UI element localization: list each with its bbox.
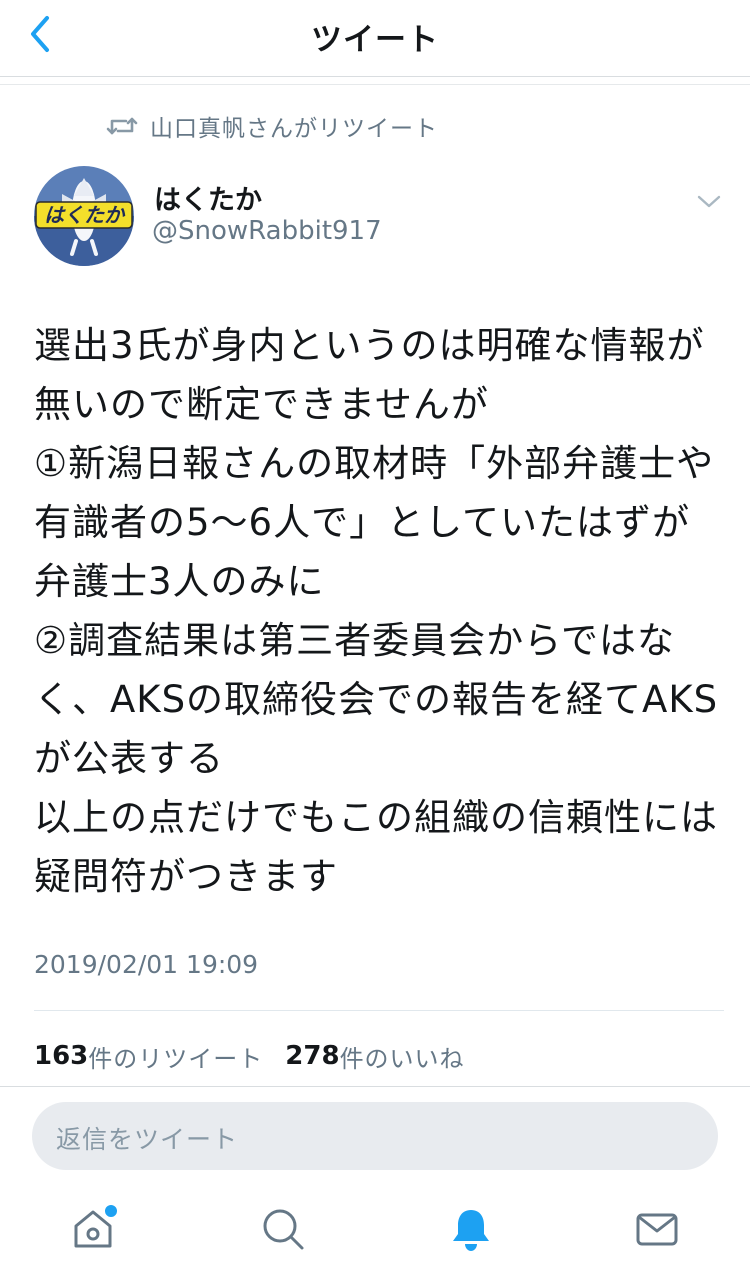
page-title: ツイート: [311, 22, 439, 58]
avatar-logo-text: はくたか: [44, 203, 126, 227]
tweet-stats: 163 件のリツイート 278 件のいいね: [34, 1036, 487, 1076]
author-handle[interactable]: @SnowRabbit917: [152, 216, 382, 246]
reply-input[interactable]: 返信をツイート: [32, 1102, 718, 1170]
like-count-label[interactable]: 件のいいね: [340, 1039, 465, 1074]
retweet-count[interactable]: 163: [34, 1041, 88, 1071]
retweet-icon: [106, 117, 138, 135]
avatar-image: はくたか: [34, 166, 134, 266]
home-notification-dot: [103, 1203, 119, 1219]
author-display-name[interactable]: はくたか: [154, 178, 262, 217]
messages-icon[interactable]: [634, 1206, 680, 1252]
like-count[interactable]: 278: [285, 1041, 339, 1071]
tweet-text: 選出3氏が身内というのは明確な情報が無いので断定できませんが ①新潟日報さんの取…: [34, 324, 719, 898]
retweet-context[interactable]: 山口真帆さんがリツイート: [106, 108, 438, 144]
retweet-count-label[interactable]: 件のリツイート: [88, 1039, 263, 1074]
chevron-down-icon[interactable]: [694, 186, 724, 216]
search-icon[interactable]: [260, 1206, 306, 1252]
retweet-context-label: 山口真帆さんがリツイート: [150, 116, 438, 142]
avatar[interactable]: はくたか: [34, 166, 134, 266]
notifications-icon[interactable]: [448, 1206, 494, 1252]
top-nav-bar: ツイート: [0, 0, 750, 77]
reply-placeholder: 返信をツイート: [56, 1125, 239, 1154]
tweet-timestamp: 2019/02/01 19:09: [34, 950, 259, 979]
divider: [0, 1086, 750, 1087]
header-divider: [0, 84, 750, 85]
divider: [34, 1010, 724, 1011]
tweet-detail-screen: ツイート 山口真帆さんがリツイート はくたか はくたか @SnowRabbit9…: [0, 0, 750, 1284]
